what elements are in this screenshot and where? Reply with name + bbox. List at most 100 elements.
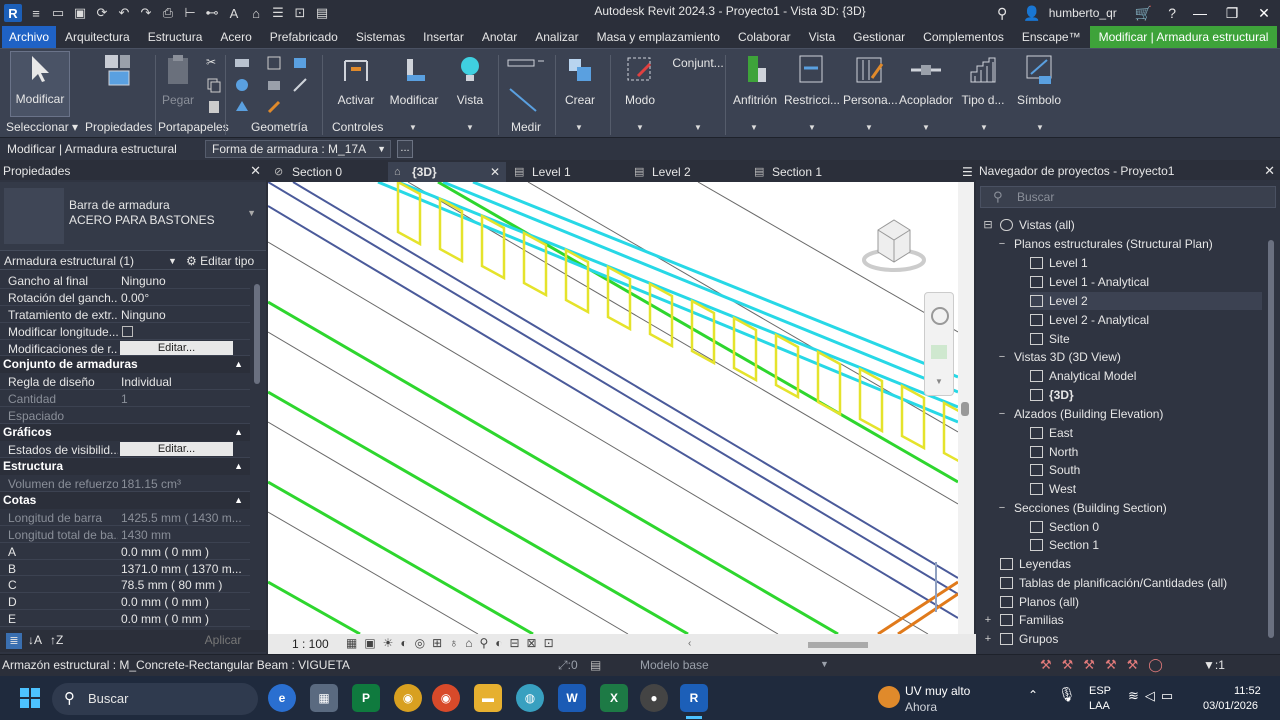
chevron-up-icon[interactable]: ⌃ bbox=[1028, 688, 1038, 702]
tree-node[interactable]: Level 1 bbox=[1030, 254, 1088, 272]
tab-level-2[interactable]: ▤ Level 2 bbox=[628, 162, 748, 182]
worksets-indicator[interactable]: ⤢:0 bbox=[558, 658, 578, 673]
section-estructura[interactable]: Estructura ▲ bbox=[0, 458, 250, 476]
tab-acero[interactable]: Acero bbox=[211, 26, 260, 48]
chevron-down-icon[interactable]: ▼ bbox=[636, 123, 644, 132]
selection-filter-icons[interactable]: ⚒⚒⚒⚒⚒◯ bbox=[1040, 657, 1173, 673]
categorized-icon[interactable]: ≣ bbox=[6, 633, 22, 649]
chevron-down-icon[interactable]: ▼ bbox=[808, 123, 816, 132]
type-selector[interactable]: Barra de armadura ACERO PARA BASTONES ▼ bbox=[0, 182, 266, 250]
tree-node[interactable]: Level 2 - Analytical bbox=[1030, 311, 1149, 329]
revit-taskbar-icon[interactable]: R bbox=[680, 684, 708, 712]
modify-family-button[interactable]: Modificar bbox=[388, 53, 440, 107]
close-icon[interactable]: ✕ bbox=[250, 162, 261, 180]
revit-logo-icon[interactable]: R bbox=[4, 4, 22, 22]
demolish-icon[interactable] bbox=[266, 99, 282, 115]
wifi-volume-battery-icons[interactable]: ≋◁▭ bbox=[1128, 688, 1179, 704]
navigation-bar[interactable]: ▼ bbox=[924, 292, 954, 396]
create-button[interactable]: Crear bbox=[562, 53, 598, 107]
user-icon[interactable]: 👤 bbox=[1023, 5, 1040, 22]
zoom-icon[interactable] bbox=[931, 345, 947, 359]
chevron-down-icon[interactable]: ▼ bbox=[409, 123, 417, 132]
wall-join-icon[interactable] bbox=[266, 55, 282, 71]
file-explorer-icon[interactable]: ▬ bbox=[474, 684, 502, 712]
remove-paint-icon[interactable] bbox=[292, 77, 308, 93]
windows-start-icon[interactable] bbox=[20, 688, 40, 708]
tree-node[interactable]: Site bbox=[1030, 330, 1070, 348]
tab-colaborar[interactable]: Colaborar bbox=[729, 26, 800, 48]
navigator-search-input[interactable]: ⚲ Buscar bbox=[980, 186, 1276, 208]
host-button[interactable]: Anfitrión bbox=[730, 53, 780, 107]
constraints-button[interactable]: Restricci... bbox=[784, 53, 840, 107]
tab-complementos[interactable]: Complementos bbox=[914, 26, 1013, 48]
edit-modifications-button[interactable]: Editar... bbox=[120, 340, 233, 355]
join-icon[interactable] bbox=[234, 55, 250, 71]
tab-insertar[interactable]: Insertar bbox=[414, 26, 473, 48]
microphone-icon[interactable]: 🎙 bbox=[1058, 686, 1076, 703]
tree-node[interactable]: Section 1 bbox=[1030, 536, 1099, 554]
chevron-down-icon[interactable]: ▼ bbox=[466, 123, 474, 132]
word-icon[interactable]: W bbox=[558, 684, 586, 712]
navigator-scrollbar[interactable] bbox=[1266, 232, 1276, 642]
tree-node[interactable]: Planos (all) bbox=[1000, 593, 1079, 611]
tab-sistemas[interactable]: Sistemas bbox=[347, 26, 414, 48]
main-model-select[interactable]: Modelo base bbox=[640, 658, 709, 672]
tree-node[interactable]: Analytical Model bbox=[1030, 367, 1136, 385]
chevron-down-icon[interactable]: ▼ bbox=[935, 377, 943, 386]
tab-level-1[interactable]: ▤ Level 1 bbox=[508, 162, 628, 182]
coupler-button[interactable]: Acoplador bbox=[898, 53, 954, 107]
tree-node[interactable]: Tablas de planificación/Cantidades (all) bbox=[1000, 574, 1227, 592]
chevron-down-icon[interactable]: ▼ bbox=[922, 123, 930, 132]
tab-vista[interactable]: Vista bbox=[800, 26, 844, 48]
binoculars-icon[interactable]: ⚲ bbox=[997, 5, 1007, 22]
unjoin-icon[interactable] bbox=[292, 55, 308, 71]
tab-3d[interactable]: ⌂ {3D} ✕ bbox=[388, 162, 506, 182]
tree-node-active-view[interactable]: {3D} bbox=[1030, 386, 1074, 404]
apply-button[interactable]: Aplicar bbox=[198, 633, 248, 649]
tree-node[interactable]: ⊟ Vistas (all) bbox=[983, 216, 1074, 234]
tree-node[interactable]: − Planos estructurales (Structural Plan) bbox=[999, 235, 1213, 253]
collapse-icon[interactable]: ▲ bbox=[234, 424, 243, 440]
tab-arquitectura[interactable]: Arquitectura bbox=[56, 26, 139, 48]
modify-button[interactable]: Modificar bbox=[10, 51, 70, 117]
dimension-tool-icon[interactable] bbox=[506, 85, 546, 115]
clock-date[interactable]: 03/01/2026 bbox=[1203, 700, 1258, 712]
tab-prefabricado[interactable]: Prefabricado bbox=[261, 26, 347, 48]
sort-za-icon[interactable]: ↑Z bbox=[50, 633, 63, 647]
tree-node[interactable]: − Alzados (Building Elevation) bbox=[999, 405, 1164, 423]
customize-button[interactable]: Persona... bbox=[843, 53, 898, 107]
thin-lines-icon[interactable]: ☰ bbox=[270, 5, 286, 21]
tree-node-selected[interactable]: Level 2 bbox=[1030, 292, 1262, 310]
tree-node[interactable]: North bbox=[1030, 443, 1078, 461]
maps-icon[interactable]: ◍ bbox=[516, 684, 544, 712]
redo-icon[interactable]: ↷ bbox=[138, 5, 154, 21]
scroll-left-icon[interactable]: ‹ bbox=[688, 638, 691, 649]
edge-icon[interactable]: e bbox=[268, 684, 296, 712]
tabs-menu-icon[interactable]: ☰ bbox=[958, 162, 976, 182]
close-button[interactable]: ✕ bbox=[1248, 5, 1280, 22]
chevron-down-icon[interactable]: ▼ bbox=[980, 123, 988, 132]
obs-icon[interactable]: ● bbox=[640, 684, 668, 712]
steering-wheel-icon[interactable] bbox=[931, 307, 949, 325]
tree-node[interactable]: Level 1 - Analytical bbox=[1030, 273, 1149, 291]
activate-button[interactable]: Activar bbox=[334, 53, 378, 107]
tab-modificar-armadura[interactable]: Modificar | Armadura estructural bbox=[1089, 26, 1278, 48]
print-icon[interactable]: ⎙ bbox=[160, 5, 176, 21]
split-face-icon[interactable] bbox=[266, 77, 282, 93]
tab-gestionar[interactable]: Gestionar bbox=[844, 26, 914, 48]
3d-view-canvas[interactable]: ▼ bbox=[268, 182, 958, 634]
chevron-down-icon[interactable]: ▼ bbox=[168, 256, 177, 266]
tab-masa[interactable]: Masa y emplazamiento bbox=[588, 26, 729, 48]
section-graficos[interactable]: Gráficos ▲ bbox=[0, 424, 250, 442]
tab-analizar[interactable]: Analizar bbox=[526, 26, 587, 48]
group-seleccionar[interactable]: Seleccionar ▾ bbox=[6, 120, 78, 134]
tab-archivo[interactable]: Archivo bbox=[2, 26, 57, 48]
design-options-icon[interactable]: ▤ bbox=[590, 658, 601, 672]
language-indicator[interactable]: ESP bbox=[1089, 685, 1111, 697]
chevron-down-icon[interactable]: ▼ bbox=[1036, 123, 1044, 132]
tab-section-0[interactable]: ⊘ Section 0 bbox=[268, 162, 388, 182]
chevron-down-icon[interactable]: ▼ bbox=[694, 123, 702, 132]
tree-node[interactable]: South bbox=[1030, 461, 1080, 479]
tree-node[interactable]: + Grupos bbox=[985, 630, 1059, 648]
mode-button[interactable]: Modo bbox=[620, 53, 660, 107]
